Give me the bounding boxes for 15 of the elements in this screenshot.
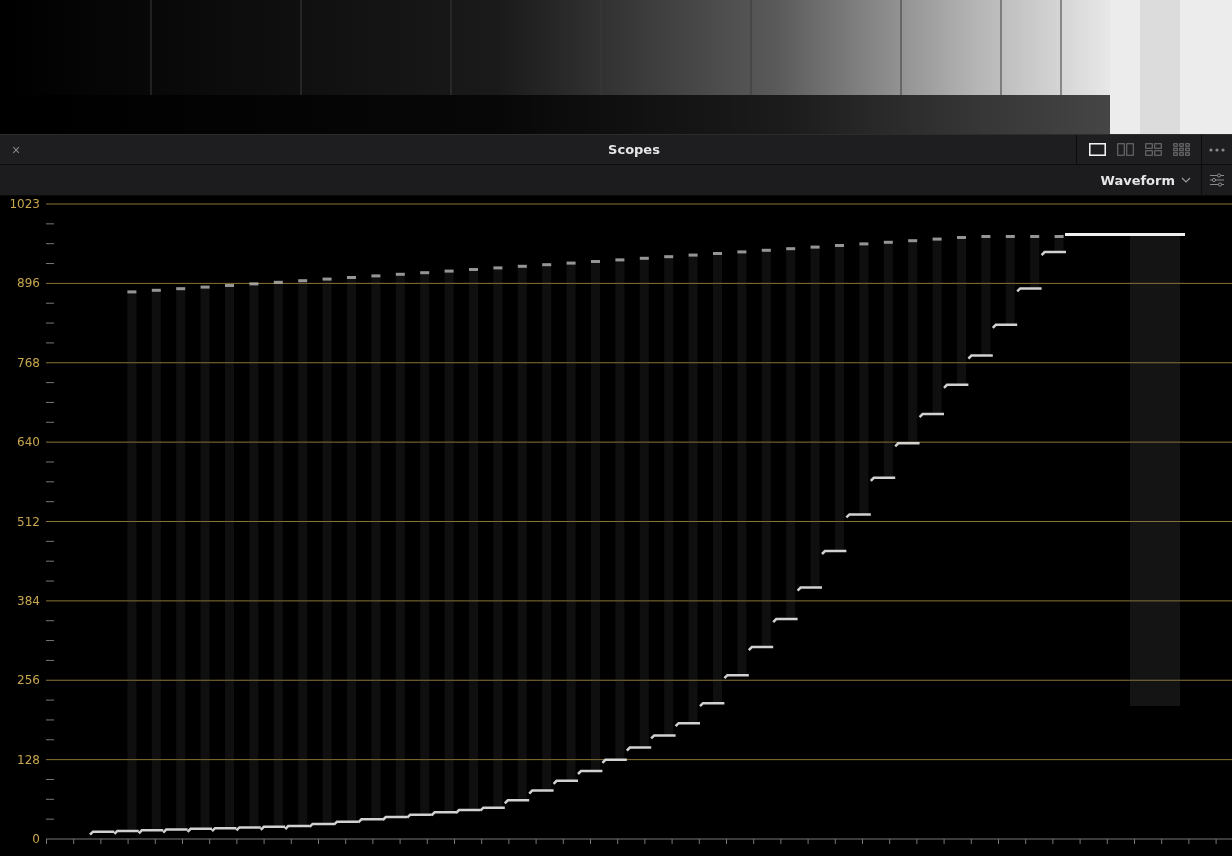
scale-label: 0: [32, 832, 40, 846]
scale-label: 896: [17, 276, 40, 291]
scale-label: 768: [17, 355, 40, 370]
scale-label: 640: [17, 435, 40, 450]
scale-label: 256: [17, 673, 40, 688]
scale-label: 128: [17, 752, 40, 767]
panel-title: Scopes: [607, 142, 661, 157]
sliders-icon: [1209, 173, 1225, 187]
caret-icon: [1181, 177, 1191, 183]
scale-label: 1023: [9, 197, 40, 211]
scale-label: 512: [17, 514, 40, 529]
more-icon: [1209, 147, 1225, 152]
close-button[interactable]: ×: [0, 135, 32, 164]
scale-label: 384: [17, 593, 40, 608]
scope-type-dropdown[interactable]: Waveform: [1090, 165, 1202, 195]
